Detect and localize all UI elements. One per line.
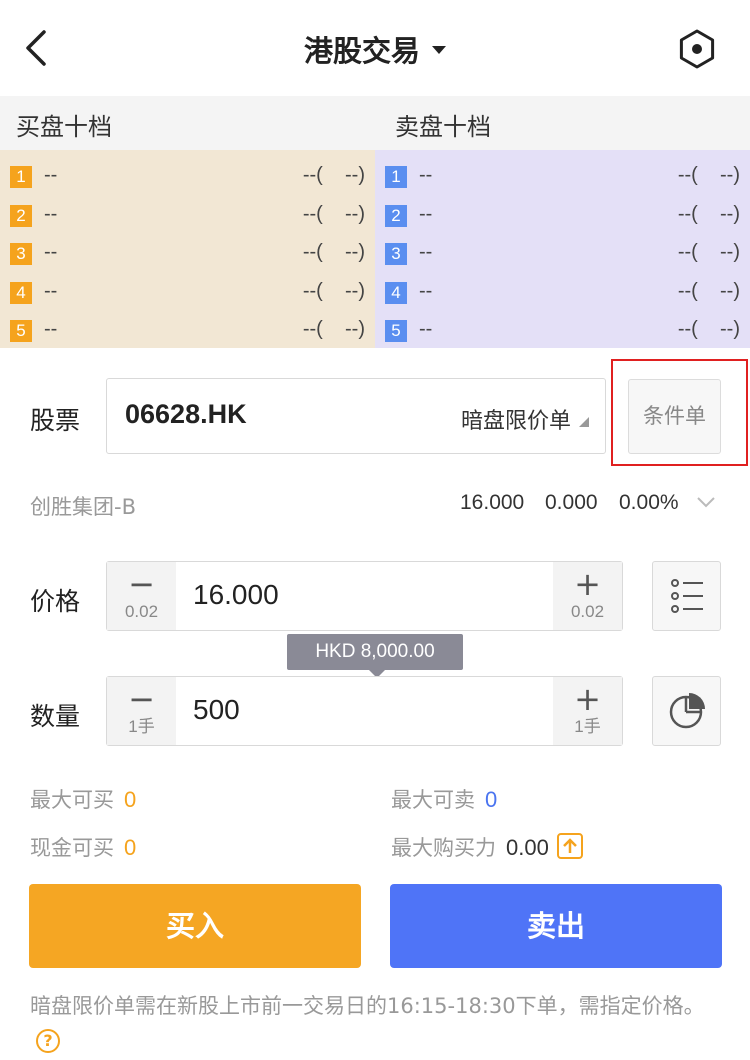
ask-level: 2 -- --( --) [375,201,750,240]
bid-level: 3 -- --( --) [0,239,375,278]
plus-icon: + [574,680,601,718]
cash-buy: 现金可买 0 [30,835,137,860]
minus-icon: − [128,565,155,603]
chevron-down-icon[interactable] [696,495,716,509]
stock-label: 股票 [30,406,81,435]
bid-level: 1 -- --( --) [0,162,375,201]
ask-level: 1 -- --( --) [375,162,750,201]
price-label: 价格 [30,587,81,616]
quantity-input[interactable]: 500 [193,694,240,726]
bid-book-title: 买盘十档 [16,113,112,141]
ask-level: 4 -- --( --) [375,278,750,317]
price-increase-button[interactable]: + 0.02 [553,562,622,630]
max-sell: 最大可卖 0 [391,787,498,812]
order-book-header: 买盘十档 卖盘十档 [0,96,750,150]
price-input[interactable]: 16.000 [193,579,279,611]
bid-level: 5 -- --( --) [0,316,375,355]
price-list-button[interactable] [652,561,721,631]
amount-tooltip: HKD 8,000.00 [287,634,463,678]
stock-name: 创胜集团-B [30,495,136,519]
bid-level: 4 -- --( --) [0,278,375,317]
minus-icon: − [128,680,155,718]
stock-code: 06628.HK [125,399,247,429]
bid-level: 2 -- --( --) [0,201,375,240]
stock-input[interactable]: 06628.HK 暗盘限价单 [106,378,606,454]
ask-levels: 1 -- --( --) 2 -- --( --) 3 -- --( --) 4 -- --( … [375,150,750,348]
quantity-decrease-button[interactable]: − 1手 [107,677,176,745]
quantity-label: 数量 [30,702,81,731]
dropdown-corner-icon [579,417,589,427]
ask-level: 3 -- --( --) [375,239,750,278]
ask-level: 5 -- --( --) [375,316,750,355]
help-icon[interactable]: ? [36,1029,60,1053]
last-price: 16.000 [460,491,525,514]
caret-down-icon [432,46,446,54]
price-decrease-button[interactable]: − 0.02 [107,562,176,630]
page-title: 港股交易 [303,34,420,68]
quantity-increase-button[interactable]: + 1手 [553,677,622,745]
sell-button[interactable]: 卖出 [390,884,722,968]
price-change-pct: 0.00% [619,491,679,514]
market-selector[interactable]: 港股交易 [0,28,750,70]
buy-button[interactable]: 买入 [29,884,361,968]
order-book: 1 -- --( --) 2 -- --( --) 3 -- --( --) 4 -- --( … [0,150,750,348]
settings-icon[interactable] [676,28,718,70]
max-buy: 最大可买 0 [30,787,137,812]
order-type-selector[interactable]: 暗盘限价单 [461,403,571,435]
nav-bar: 港股交易 [0,0,750,96]
price-change: 0.000 [545,491,598,514]
pie-chart-icon [669,693,705,729]
arrow-up-icon[interactable] [556,833,583,859]
condition-order-button[interactable]: 条件单 [628,379,721,454]
list-icon [671,579,703,613]
price-stepper: − 0.02 16.000 + 0.02 [106,561,623,631]
ask-book-title: 卖盘十档 [395,113,491,141]
position-ratio-button[interactable] [652,676,721,746]
quantity-stepper: − 1手 500 + 1手 [106,676,623,746]
max-buying-power: 最大购买力 0.00 [391,832,583,862]
order-notice: 暗盘限价单需在新股上市前一交易日的16:15-18:30下单，需指定价格。? [30,988,730,1060]
bid-levels: 1 -- --( --) 2 -- --( --) 3 -- --( --) 4 -- --( … [0,150,375,348]
plus-icon: + [574,565,601,603]
